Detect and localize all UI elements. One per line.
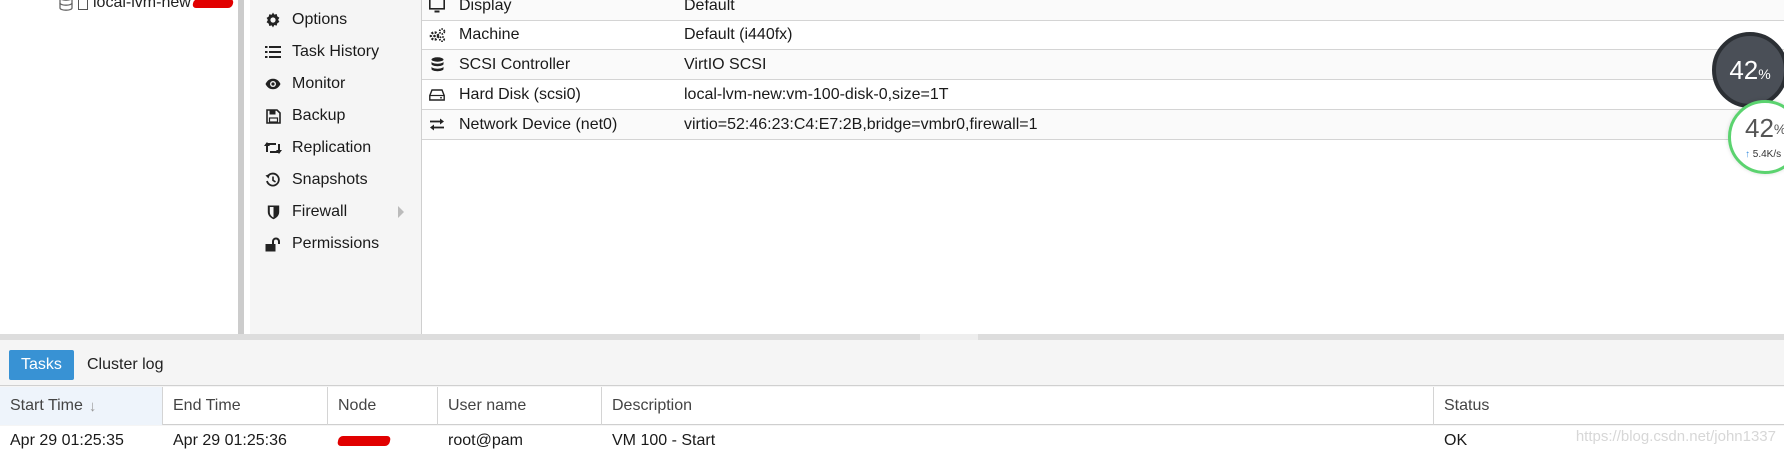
- hardware-value: virtio=52:46:23:C4:E7:2B,bridge=vmbr0,fi…: [684, 115, 1038, 133]
- vm-config-menu: Options Task History Monitor Backup Repl…: [250, 0, 422, 334]
- sort-descending-icon: ↓: [88, 397, 97, 415]
- database-icon: [427, 57, 447, 72]
- exchange-icon: [427, 118, 447, 131]
- column-header-label: End Time: [173, 397, 241, 414]
- cell-end-time: Apr 29 01:25:36: [173, 432, 287, 449]
- upload-speed: 5.4K/s: [1752, 149, 1782, 160]
- hardware-row-network-device[interactable]: Network Device (net0) virtio=52:46:23:C4…: [422, 110, 1784, 140]
- gauge-percent-sign: %: [1758, 66, 1771, 82]
- column-header-node[interactable]: Node: [328, 387, 438, 425]
- cell-description: VM 100 - Start: [612, 432, 716, 449]
- column-header-start-time[interactable]: Start Time ↓: [0, 387, 163, 425]
- column-header-description[interactable]: Description: [602, 387, 1434, 425]
- file-icon: [78, 0, 88, 10]
- hardware-name: Machine: [459, 25, 520, 43]
- cell-start-time: Apr 29 01:25:35: [10, 432, 124, 449]
- gear-icon: [264, 11, 282, 29]
- tasks-table-header: Start Time ↓ End Time Node User name Des…: [0, 387, 1784, 425]
- tree-item-storage[interactable]: local-lvm-new: [58, 0, 234, 12]
- hardware-row-display[interactable]: Display Default: [422, 0, 1784, 21]
- hardware-row-hard-disk[interactable]: Hard Disk (scsi0) local-lvm-new:vm-100-d…: [422, 80, 1784, 110]
- database-icon: [58, 0, 74, 11]
- hardware-value: VirtIO SCSI: [684, 55, 767, 73]
- cell-node: [328, 426, 392, 456]
- menu-item-task-history[interactable]: Task History: [264, 40, 414, 64]
- tree-item-label: local-lvm-new: [93, 0, 191, 11]
- menu-item-label: Firewall: [292, 203, 348, 220]
- gauge-readout: 42%: [1745, 113, 1784, 144]
- hardware-row-scsi-controller[interactable]: SCSI Controller VirtIO SCSI: [422, 50, 1784, 80]
- column-header-label: Status: [1444, 397, 1490, 414]
- column-header-user-name[interactable]: User name: [438, 387, 602, 425]
- cell-status: OK: [1444, 432, 1468, 449]
- hardware-row-machine[interactable]: Machine Default (i440fx): [422, 20, 1784, 50]
- hardware-value: local-lvm-new:vm-100-disk-0,size=1T: [684, 85, 949, 103]
- column-header-end-time[interactable]: End Time: [163, 387, 328, 425]
- column-header-status[interactable]: Status: [1434, 387, 1784, 425]
- hardware-name: SCSI Controller: [459, 55, 571, 73]
- menu-item-backup[interactable]: Backup: [264, 104, 414, 128]
- eye-icon: [264, 75, 282, 93]
- column-header-label: Start Time: [10, 397, 83, 414]
- cogs-icon: [427, 27, 447, 42]
- watermark-text: https://blog.csdn.net/john1337: [1575, 428, 1776, 445]
- tab-tasks[interactable]: Tasks: [9, 350, 74, 380]
- cell-user-name: root@pam: [448, 432, 523, 449]
- hardware-value: Default: [684, 0, 735, 14]
- hdd-icon: [427, 88, 447, 101]
- column-header-label: User name: [448, 397, 527, 414]
- menu-item-replication[interactable]: Replication: [264, 136, 414, 160]
- hardware-value: Default (i440fx): [684, 25, 793, 43]
- retweet-icon: [264, 139, 282, 157]
- menu-item-label: Backup: [292, 107, 346, 124]
- unlock-icon: [264, 235, 282, 253]
- column-header-label: Node: [338, 397, 377, 414]
- table-row[interactable]: Apr 29 01:25:35 Apr 29 01:25:36 root@pam…: [0, 426, 1784, 456]
- menu-item-firewall[interactable]: Firewall: [264, 200, 414, 224]
- history-icon: [264, 171, 282, 189]
- submenu-arrow-icon[interactable]: [398, 206, 404, 218]
- hardware-name: Network Device (net0): [459, 115, 618, 133]
- hardware-name: Display: [459, 0, 512, 14]
- menu-item-monitor[interactable]: Monitor: [264, 72, 414, 96]
- menu-item-permissions[interactable]: Permissions: [264, 232, 414, 256]
- menu-item-label: Replication: [292, 139, 372, 156]
- redaction-mark: [191, 0, 234, 8]
- menu-item-options[interactable]: Options: [264, 8, 414, 32]
- menu-item-label: Monitor: [292, 75, 346, 92]
- log-panel: Tasks Cluster log Start Time ↓ End Time …: [0, 340, 1784, 456]
- menu-item-label: Options: [292, 11, 348, 28]
- gauge-percent-sign: %: [1774, 121, 1784, 144]
- hardware-name: Hard Disk (scsi0): [459, 85, 581, 103]
- floppy-icon: [264, 107, 282, 125]
- upload-arrow-icon: ↑: [1745, 149, 1750, 160]
- monitor-icon: [427, 0, 447, 13]
- hardware-grid: Display Default Machine Default (i440fx)…: [422, 0, 1784, 334]
- gauge-value: 42: [1745, 113, 1774, 143]
- menu-item-label: Task History: [292, 43, 380, 60]
- redaction-mark: [336, 436, 392, 446]
- upload-speed-readout: ↑ 5.4K/s: [1745, 149, 1781, 160]
- menu-item-label: Snapshots: [292, 171, 368, 188]
- menu-item-snapshots[interactable]: Snapshots: [264, 168, 414, 192]
- resource-tree: local-lvm-new: [0, 0, 244, 334]
- list-icon: [264, 43, 282, 61]
- menu-item-label: Permissions: [292, 235, 380, 252]
- gauge-value: 42: [1729, 54, 1759, 85]
- shield-icon: [264, 203, 282, 221]
- cpu-gauge[interactable]: 42%: [1712, 32, 1784, 108]
- column-header-label: Description: [612, 397, 693, 414]
- log-tabbar: Tasks Cluster log: [0, 340, 1784, 386]
- tab-cluster-log[interactable]: Cluster log: [87, 350, 163, 380]
